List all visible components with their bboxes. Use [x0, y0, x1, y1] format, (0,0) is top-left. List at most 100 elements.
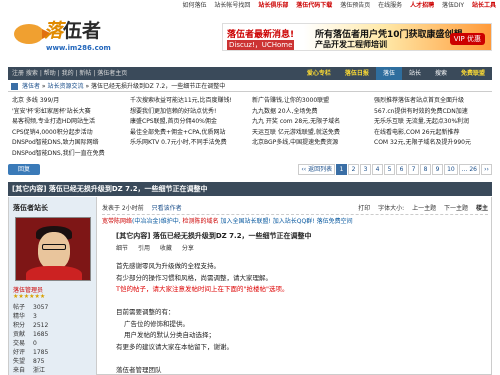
post-actions: 细节 引用 收藏 分享: [116, 243, 202, 252]
ad-link[interactable]: 强烈推荐落伍者站点首页全面升级: [374, 96, 471, 107]
top-link[interactable]: 站长工具: [472, 2, 496, 9]
ad-banner[interactable]: 落伍者最新消息! 所有落伍者用户凭10门获取康盛创想 Discuz!，UCHom…: [222, 23, 492, 51]
pager-page-current[interactable]: 1: [336, 164, 348, 175]
avatar[interactable]: [15, 217, 91, 281]
next-thread-link[interactable]: 下一主题: [444, 205, 468, 212]
post-body-line: 广告位的修饰和提供。: [124, 319, 189, 328]
ad-link[interactable]: '宜安'杯'彩虹家居杯'站长大赛: [12, 107, 105, 118]
pager-page[interactable]: 9: [432, 164, 444, 175]
pager-page[interactable]: 10: [444, 164, 458, 175]
post-body-line: [116, 353, 476, 365]
action-share[interactable]: 分享: [182, 245, 194, 252]
fish-logo-icon: [14, 24, 52, 44]
ad-link[interactable]: 易客视频,专业打造HD网站生活: [12, 117, 105, 128]
site-name: 落伍者: [44, 20, 102, 42]
pager-page[interactable]: 7: [408, 164, 420, 175]
post-notice: 宽带陈网络(中冶冶金)维护中, 检测陈的域名 加入全国站长联盟! 加入站长QQ群…: [102, 218, 353, 225]
post-body-line: 有少部分的操作习惯和风格，尚需调整，请大家理解。: [116, 273, 272, 282]
ad-link[interactable]: DNSPod智能DNS,致力国际网络: [12, 138, 105, 149]
font-size-label[interactable]: 字体大小:: [378, 205, 404, 212]
post-meta: 发表于 2小时前 只看该作者 打印 字体大小: 上一主题 下一主题 楼主: [102, 203, 488, 215]
banner-subtext: 产品开发工程师培训: [315, 40, 387, 49]
home-icon[interactable]: [11, 83, 18, 90]
pager-last[interactable]: ... 26: [458, 164, 480, 175]
nav-tab[interactable]: 落伍日报: [338, 67, 376, 80]
thread-title-bar: [其它内容] 落伍已经无损升级到DZ 7.2，一些细节正在调整中: [8, 182, 492, 196]
ad-link[interactable]: DNSPod智能DNS,我们一直在免费: [12, 149, 105, 160]
ad-link[interactable]: 无乐乐互联 无流量,无起点30%利润: [374, 117, 471, 128]
post-author-panel: 落伍者站长 落伍管理员 ★★★★★★ 帖子 3057 精华 3 积分 2512 贡献 1…: [9, 197, 97, 375]
top-link[interactable]: 落伍代码下载: [296, 2, 332, 9]
top-link[interactable]: 落伍预告页: [340, 2, 370, 9]
top-link[interactable]: 人才招聘: [410, 2, 434, 9]
post-time: 发表于 2小时前: [102, 205, 144, 212]
site-url: www.im286.com: [46, 44, 111, 52]
pager-back-to-list[interactable]: ‹‹ 返回列表: [298, 164, 336, 175]
nav-tab[interactable]: 免费联盟: [454, 67, 492, 80]
post: 落伍者站长 落伍管理员 ★★★★★★ 帖子 3057 精华 3 积分 2512 贡献 1…: [8, 197, 492, 375]
vip-button[interactable]: VIP 优惠: [449, 33, 485, 45]
post-body-line: [116, 296, 476, 308]
post-body: 首先感谢零风为升级做的全程支持。有少部分的操作习惯和风格，尚需调整，请大家理解。…: [116, 261, 476, 375]
ad-link[interactable]: 北京 多线 399/月: [12, 96, 105, 107]
ad-link[interactable]: 康盛CPS联盟,首页分佣40%佣金: [130, 117, 232, 128]
post-title: [其它内容] 落伍已经无损升级到DZ 7.2，一些细节正在调整中: [116, 232, 312, 240]
post-content: 发表于 2小时前 只看该作者 打印 字体大小: 上一主题 下一主题 楼主 宽带陈…: [98, 197, 492, 375]
prev-thread-link[interactable]: 上一主题: [412, 205, 436, 212]
nav-tab[interactable]: 搜索: [428, 67, 454, 80]
rank-stars: ★★★★★★: [13, 293, 46, 300]
ad-link[interactable]: CPS促销4,0000积分起步活动: [12, 128, 105, 139]
post-body-line: 有更多的建议请大家在本帖留下，谢谢。: [116, 342, 233, 351]
ad-link[interactable]: 想要我们更加信赖的好站点优秀!: [130, 107, 232, 118]
reply-button[interactable]: 回复: [8, 164, 40, 175]
ad-link[interactable]: 九九数据 20人,全场免费: [252, 107, 340, 118]
pager-page[interactable]: 3: [360, 164, 372, 175]
top-link[interactable]: 在线服务: [378, 2, 402, 9]
pager-page[interactable]: 8: [420, 164, 432, 175]
nav-tab[interactable]: 爱心专栏: [300, 67, 338, 80]
post-body-line: 首先感谢零风为升级做的全程支持。: [116, 262, 220, 270]
post-body-line: 用户发帖的默认分类自动选择；: [124, 331, 215, 339]
ad-link[interactable]: 千次搜索收益可能达11元,比百度赚钱!: [130, 96, 232, 107]
nav-tab[interactable]: 站长: [402, 67, 428, 80]
ad-link[interactable]: 天运互联 亿元游戏联盟,就送免费: [252, 128, 340, 139]
action-quote[interactable]: 引用: [138, 245, 150, 252]
site-logo[interactable]: 落伍者 www.im286.com: [8, 10, 111, 66]
floor-label: 楼主: [475, 205, 488, 212]
pagination: ‹‹ 返回列表 1 2 3 4 5 6 7 8 9 10 ... 26 ››: [298, 164, 492, 175]
author-stats: 帖子 3057 精华 3 积分 2512 贡献 1685 交易 0 好评 1785 失望 87…: [13, 304, 49, 374]
post-body-line: 落伍者管理团队: [116, 365, 162, 374]
ad-link[interactable]: 九九 开奖 com 28元,无限子域名: [252, 117, 340, 128]
pager-next[interactable]: ››: [481, 164, 492, 175]
breadcrumb-forum[interactable]: 站长资源交流: [48, 83, 84, 90]
post-body-line: T恺的帖子，请大家注意发帖时间上在下面的"抢楼帖"选项。: [116, 285, 289, 293]
breadcrumb-site[interactable]: 落伍者: [22, 83, 40, 90]
top-link[interactable]: 落伍DIY: [442, 2, 464, 9]
ad-link[interactable]: 新广告赚钱,让你的3000联盟: [252, 96, 340, 107]
post-body-line: 目前需要调整的有：: [116, 308, 175, 316]
ad-link[interactable]: 在线看电影,COM 26元起新推荐: [374, 128, 471, 139]
banner-tag: Discuz!，UCHome: [227, 40, 295, 50]
top-link[interactable]: 站长帐号找回: [214, 2, 250, 9]
top-link[interactable]: 站长俱乐部: [258, 2, 288, 9]
nav-tabs: 爱心专栏 落伍日报 落伍 站长 搜索 免费联盟: [300, 67, 492, 80]
action-detail[interactable]: 细节: [116, 245, 128, 252]
print-link[interactable]: 打印: [358, 205, 370, 212]
top-link[interactable]: 如何落伍: [182, 2, 206, 9]
banner-headline: 落伍者最新消息!: [227, 30, 295, 40]
action-favorite[interactable]: 收藏: [160, 245, 172, 252]
pager-page[interactable]: 6: [396, 164, 408, 175]
breadcrumb: 落伍者 » 站长资源交流 » 落伍已经无损升级到DZ 7.2，一些细节正在调整中: [8, 81, 492, 92]
ad-link[interactable]: 567.cn提供有时效的免费CDN加速: [374, 107, 471, 118]
ad-link[interactable]: COM 32元,无限子域名及提升990元: [374, 138, 471, 149]
only-author-link[interactable]: 只看该作者: [152, 205, 182, 212]
nav-tab-active[interactable]: 落伍: [375, 67, 402, 80]
author-name[interactable]: 落伍者站长: [13, 203, 48, 213]
ad-link[interactable]: 北京BGP多线,中国提速免费资源: [252, 138, 340, 149]
pager-page[interactable]: 5: [384, 164, 396, 175]
ad-link[interactable]: 最佳全部免费+佣金+CPA,优质网站: [130, 128, 232, 139]
ad-link[interactable]: 乐乐网KTV 0.7元小时,不同手法免费: [130, 138, 232, 149]
pager-page[interactable]: 4: [372, 164, 384, 175]
nav-user-links[interactable]: 注册 搜索 | 帮助 | 我的 | 新帖 | 落伍者主页: [12, 67, 127, 80]
pager-page[interactable]: 2: [348, 164, 360, 175]
